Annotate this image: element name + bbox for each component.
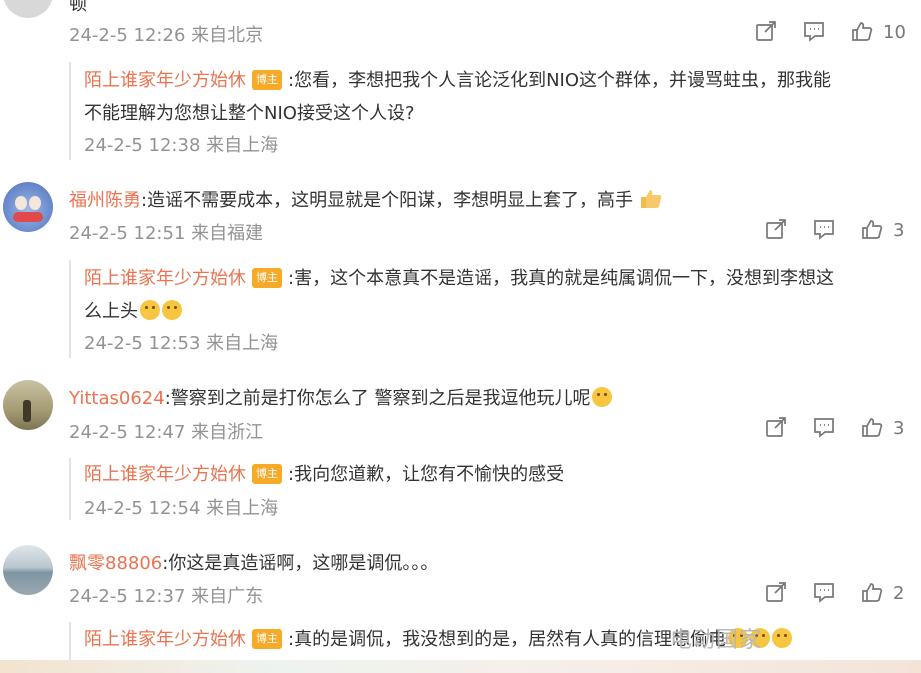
reply-line: :您看，李想把我个人言论泛化到NIO这个群体，并谩骂蛀虫，那我能 [288, 70, 832, 91]
comment-icon[interactable] [813, 581, 841, 609]
reply-divider [69, 458, 71, 520]
comment-icon[interactable] [813, 218, 841, 246]
comment-actions: 10 [755, 20, 915, 48]
reply-time: 24-2-5 12:53 来自上海 [84, 333, 279, 354]
comment-time: 24-2-5 12:37 来自广东 [69, 586, 264, 607]
like-icon[interactable] [861, 416, 889, 444]
reply-line: :害，这个本意真不是造谣，我真的就是纯属调侃一下，没想到李想这 [288, 268, 835, 289]
reply-line: 么上头 [84, 301, 138, 322]
blogger-badge: 博主 [252, 464, 282, 484]
reply-line: :我向您道歉，让您有不愉快的感受 [288, 464, 565, 485]
comment-body: :造谣不需要成本，这明显就是个阳谋，李想明显上套了，高手 [141, 190, 634, 211]
comment-author[interactable]: Yittas0624 [69, 388, 165, 409]
like-icon[interactable] [851, 20, 879, 48]
share-icon[interactable] [755, 20, 783, 48]
reply-author[interactable]: 陌上谁家年少方始休 [84, 268, 246, 289]
avatar[interactable] [3, 380, 53, 430]
comment-body: :你这是真造谣啊，这哪是调侃。。。 [162, 553, 439, 574]
avatar[interactable] [3, 182, 53, 232]
comment-time: 24-2-5 12:51 来自福建 [69, 223, 264, 244]
comment-text: 飘零88806:你这是真造谣啊，这哪是调侃。。。 [69, 549, 438, 575]
share-icon[interactable] [765, 581, 793, 609]
like-count: 10 [883, 22, 906, 43]
laugh-cry-emoji [772, 628, 793, 648]
comment-text: 福州陈勇:造谣不需要成本，这明显就是个阳谋，李想明显上套了，高手 [69, 186, 663, 212]
grin-emoji [140, 300, 160, 320]
comment-author[interactable]: 福州陈勇 [69, 190, 141, 211]
comment-text: Yittas0624:警察到之前是打你怎么了 警察到之后是我逗他玩儿呢 [69, 384, 613, 410]
reply-text: 陌上谁家年少方始休 博主 :害，这个本意真不是造谣，我真的就是纯属调侃一下，没想到李… [84, 262, 834, 328]
reply-divider [69, 62, 71, 160]
comment-time: 24-2-5 12:47 来自浙江 [69, 422, 264, 443]
reply-line: :真的是调侃，我没想到的是，居然有人真的信理想偷电 [288, 629, 727, 650]
reply-divider [69, 622, 71, 662]
reply-time: 24-2-5 12:38 来自上海 [84, 135, 279, 156]
reply-author[interactable]: 陌上谁家年少方始休 [84, 70, 246, 91]
reply-author[interactable]: 陌上谁家年少方始休 [84, 464, 246, 485]
share-icon[interactable] [765, 416, 793, 444]
comment-icon[interactable] [813, 416, 841, 444]
avatar[interactable] [3, 545, 53, 595]
like-count: 2 [893, 583, 905, 604]
like-icon[interactable] [861, 581, 889, 609]
comment-text: 顿 [69, 0, 87, 15]
like-icon[interactable] [861, 218, 889, 246]
reply-time: 24-2-5 12:54 来自上海 [84, 498, 279, 519]
thumbs-up-emoji [639, 189, 663, 209]
blogger-badge: 博主 [252, 629, 282, 649]
comment-actions: 2 [765, 581, 915, 609]
reply-divider [69, 260, 71, 358]
bottom-image-strip [0, 660, 921, 673]
like-count: 3 [893, 220, 905, 241]
share-icon[interactable] [765, 218, 793, 246]
comment-actions: 3 [765, 218, 915, 246]
comment-actions: 3 [765, 416, 915, 444]
blogger-badge: 博主 [252, 268, 282, 288]
reply-text: 陌上谁家年少方始休 博主 :我向您道歉，让您有不愉快的感受 [84, 460, 564, 486]
comment-author[interactable]: 飘零88806 [69, 553, 162, 574]
comment-icon[interactable] [803, 20, 831, 48]
like-count: 3 [893, 418, 905, 439]
comment-time: 24-2-5 12:26 来自北京 [69, 25, 264, 46]
reply-line: 不能理解为您想让整个NIO接受这个人设? [84, 103, 415, 124]
reply-author[interactable]: 陌上谁家年少方始休 [84, 629, 246, 650]
blogger-badge: 博主 [252, 70, 282, 90]
avatar[interactable] [3, 0, 53, 18]
comment-body: :警察到之前是打你怎么了 警察到之后是我逗他玩儿呢 [164, 388, 591, 409]
watermark: 电动国家 [670, 628, 763, 653]
laugh-cry-emoji [592, 387, 613, 407]
grin-emoji [162, 300, 182, 320]
reply-text: 陌上谁家年少方始休 博主 :您看，李想把我个人言论泛化到NIO这个群体，并谩骂蛀虫，… [84, 64, 831, 130]
